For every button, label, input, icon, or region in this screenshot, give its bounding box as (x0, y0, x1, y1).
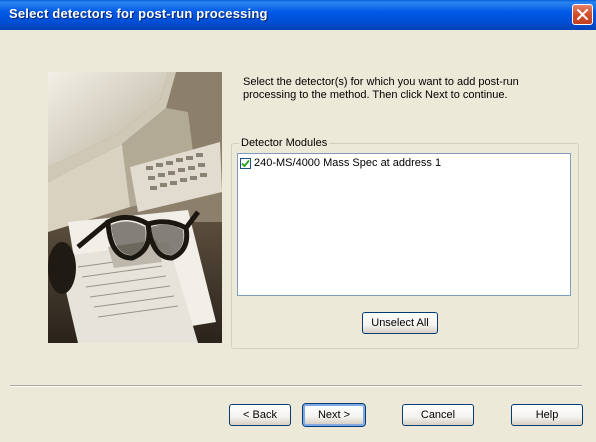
instructions-line-1: Select the detector(s) for which you wan… (243, 76, 519, 88)
detector-list[interactable]: 240-MS/4000 Mass Spec at address 1 (237, 153, 571, 296)
title-bar: Select detectors for post-run processing (0, 0, 596, 30)
instructions-line-2: processing to the method. Then click Nex… (243, 89, 508, 101)
close-icon (577, 9, 588, 20)
close-button[interactable] (572, 4, 593, 25)
footer-separator (10, 385, 582, 387)
unselect-all-button[interactable]: Unselect All (362, 312, 438, 334)
next-button[interactable]: Next > (303, 404, 365, 426)
checkmark-icon (241, 159, 250, 167)
help-button[interactable]: Help (511, 404, 583, 426)
detector-label: 240-MS/4000 Mass Spec at address 1 (254, 157, 442, 169)
instructions-text: Select the detector(s) for which you wan… (243, 76, 563, 102)
back-button[interactable]: < Back (229, 404, 291, 426)
detector-checkbox[interactable] (240, 157, 251, 169)
detector-modules-label: Detector Modules (239, 136, 330, 150)
list-item[interactable]: 240-MS/4000 Mass Spec at address 1 (240, 156, 441, 170)
cancel-button[interactable]: Cancel (402, 404, 474, 426)
window-title: Select detectors for post-run processing (9, 6, 268, 21)
dialog-window: Select detectors for post-run processing (0, 0, 596, 442)
wizard-photo (48, 72, 222, 343)
